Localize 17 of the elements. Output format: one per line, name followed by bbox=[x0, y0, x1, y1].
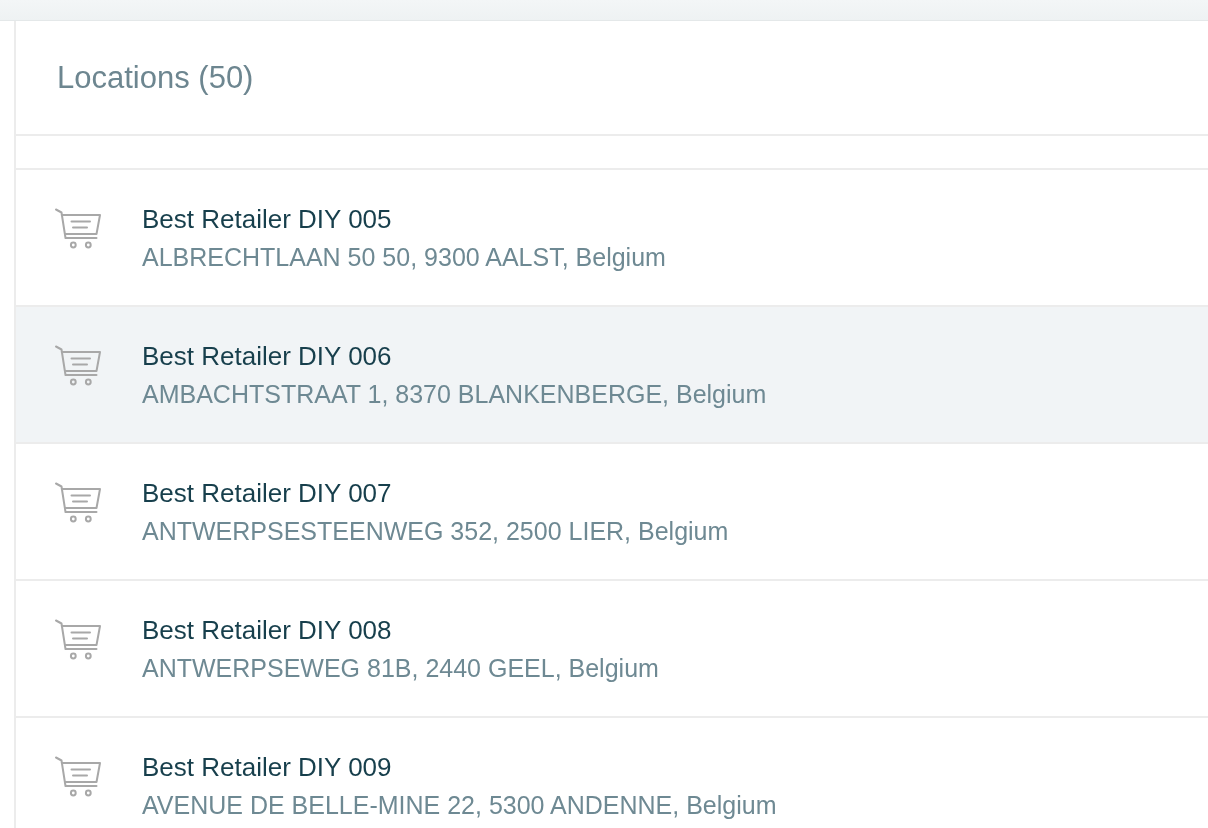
location-name: Best Retailer DIY 009 bbox=[142, 750, 393, 784]
location-name: Best Retailer DIY 007 bbox=[142, 476, 393, 510]
location-address: ANTWERPSEWEG 81B, 2440 GEEL, Belgium bbox=[142, 652, 659, 684]
shopping-cart-icon bbox=[55, 619, 101, 660]
location-address: ALBRECHTLAAN 50 50, 9300 AALST, Belgium bbox=[142, 241, 666, 273]
list-title: Locations (50) bbox=[57, 59, 254, 96]
shopping-cart-icon bbox=[55, 482, 101, 523]
shopping-cart-icon bbox=[55, 756, 101, 797]
shopping-cart-icon bbox=[55, 345, 101, 386]
location-name: Best Retailer DIY 005 bbox=[142, 202, 393, 236]
location-name: Best Retailer DIY 006 bbox=[142, 339, 393, 373]
location-name: Best Retailer DIY 008 bbox=[142, 613, 393, 647]
shopping-cart-icon bbox=[55, 208, 101, 249]
location-address: AMBACHTSTRAAT 1, 8370 BLANKENBERGE, Belgium bbox=[142, 378, 767, 410]
location-row[interactable]: Best Retailer DIY 006 AMBACHTSTRAAT 1, 8370 BLANKENBERGE, Belgium bbox=[16, 307, 1208, 444]
location-address: AVENUE DE BELLE-MINE 22, 5300 ANDENNE, Belgium bbox=[142, 789, 777, 821]
location-address: ANTWERPSESTEENWEG 352, 2500 LIER, Belgium bbox=[142, 515, 729, 547]
